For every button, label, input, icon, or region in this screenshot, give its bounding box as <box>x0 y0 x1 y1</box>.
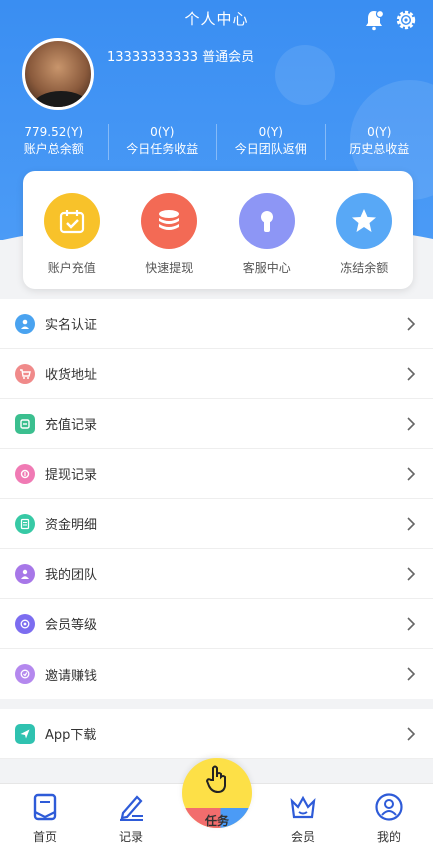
stat-today-team-commission: 0(Y) 今日团队返佣 <box>217 124 326 160</box>
tab-label: 我的 <box>376 830 401 844</box>
stat-value: 0(Y) <box>367 125 392 139</box>
crown-icon <box>290 795 316 819</box>
chevron-right-icon <box>407 727 416 741</box>
menu-item-recharge-records[interactable]: 充值记录 <box>0 399 433 449</box>
menu-label: 资金明细 <box>45 518 98 533</box>
member-level-badge: 普通会员 <box>202 50 255 65</box>
quick-actions-card: 账户充值 快速提现 客服中心 冻结余额 <box>23 171 413 289</box>
chevron-right-icon <box>407 517 416 531</box>
tab-label: 记录 <box>118 830 143 844</box>
menu-label: 邀请赚钱 <box>45 668 98 684</box>
menu-list: 实名认证 收货地址 充值记录 提现记录 资金明细 我的团队 会员等级 邀请赚钱 <box>0 299 433 699</box>
home-book-icon <box>33 793 57 821</box>
stat-total-balance: 779.52(Y) 账户总余额 <box>0 124 109 160</box>
bottom-tab-bar: 首页 记录 任务 会员 我的 <box>0 758 433 851</box>
stat-label: 今日团队返佣 <box>234 142 307 156</box>
menu-item-app-download[interactable]: App下载 <box>0 709 433 759</box>
notification-bell-icon[interactable] <box>362 8 386 32</box>
cart-icon <box>15 363 35 384</box>
action-label: 快速提现 <box>145 261 194 275</box>
menu-list-secondary: App下载 <box>0 709 433 759</box>
menu-item-invite-earn[interactable]: 邀请赚钱 <box>0 649 433 699</box>
stat-label: 今日任务收益 <box>126 142 199 156</box>
calendar-check-icon <box>43 193 100 249</box>
menu-label: 我的团队 <box>45 568 98 583</box>
stats-bar: 779.52(Y) 账户总余额 0(Y) 今日任务收益 0(Y) 今日团队返佣 … <box>0 124 433 160</box>
pencil-icon <box>120 795 143 821</box>
tab-label: 任务 <box>204 814 229 828</box>
stat-label: 账户总余额 <box>23 142 84 156</box>
chevron-right-icon <box>407 367 416 381</box>
avatar[interactable] <box>22 38 94 110</box>
action-recharge[interactable]: 账户充值 <box>23 171 121 289</box>
menu-label: 会员等级 <box>45 618 98 633</box>
user-info: 13333333333 普通会员 <box>107 46 254 65</box>
menu-label: 收货地址 <box>45 368 98 383</box>
menu-item-withdraw-records[interactable]: 提现记录 <box>0 449 433 499</box>
tap-hand-icon <box>205 765 226 794</box>
menu-label: App下载 <box>45 728 97 743</box>
chevron-right-icon <box>407 417 416 431</box>
stat-label: 历史总收益 <box>349 142 410 156</box>
ledger-icon <box>15 513 35 534</box>
keyhole-icon <box>238 193 295 249</box>
tab-member[interactable]: 会员 <box>260 784 346 851</box>
stat-history-total-income: 0(Y) 历史总收益 <box>326 124 433 160</box>
menu-item-my-team[interactable]: 我的团队 <box>0 549 433 599</box>
tab-task[interactable]: 任务 <box>174 758 260 851</box>
settings-gear-icon[interactable] <box>394 8 418 32</box>
wallet-icon <box>15 413 35 434</box>
star-icon <box>336 193 393 249</box>
stat-today-task-income: 0(Y) 今日任务收益 <box>109 124 217 160</box>
decor-bubble <box>275 45 335 105</box>
id-user-icon <box>15 313 35 334</box>
menu-label: 提现记录 <box>45 468 98 483</box>
menu-item-member-level[interactable]: 会员等级 <box>0 599 433 649</box>
action-customer-service[interactable]: 客服中心 <box>218 171 316 289</box>
menu-item-realname[interactable]: 实名认证 <box>0 299 433 349</box>
user-circle-icon <box>375 793 403 821</box>
chevron-right-icon <box>407 617 416 631</box>
chevron-right-icon <box>407 467 416 481</box>
tab-home[interactable]: 首页 <box>2 784 88 851</box>
menu-label: 实名认证 <box>45 318 98 333</box>
withdraw-icon <box>15 463 35 484</box>
menu-item-address[interactable]: 收货地址 <box>0 349 433 399</box>
action-label: 账户充值 <box>47 261 96 275</box>
tab-records[interactable]: 记录 <box>88 784 174 851</box>
action-label: 冻结余额 <box>340 261 389 275</box>
menu-item-fund-details[interactable]: 资金明细 <box>0 499 433 549</box>
chevron-right-icon <box>407 667 416 681</box>
stat-value: 779.52(Y) <box>24 125 84 139</box>
tab-mine[interactable]: 我的 <box>346 784 432 851</box>
stat-value: 0(Y) <box>150 125 175 139</box>
chevron-right-icon <box>407 317 416 331</box>
action-label: 客服中心 <box>242 261 291 275</box>
team-icon <box>15 563 35 584</box>
chevron-right-icon <box>407 567 416 581</box>
menu-label: 充值记录 <box>45 418 98 433</box>
tab-label: 会员 <box>290 830 315 844</box>
stat-value: 0(Y) <box>258 125 283 139</box>
user-phone: 13333333333 <box>107 50 198 65</box>
paper-plane-icon <box>15 723 35 744</box>
tab-label: 首页 <box>32 830 57 844</box>
coin-stack-icon <box>141 193 198 249</box>
action-fast-withdraw[interactable]: 快速提现 <box>121 171 219 289</box>
level-icon <box>15 613 35 634</box>
invite-icon <box>15 664 35 684</box>
action-frozen-balance[interactable]: 冻结余额 <box>316 171 414 289</box>
